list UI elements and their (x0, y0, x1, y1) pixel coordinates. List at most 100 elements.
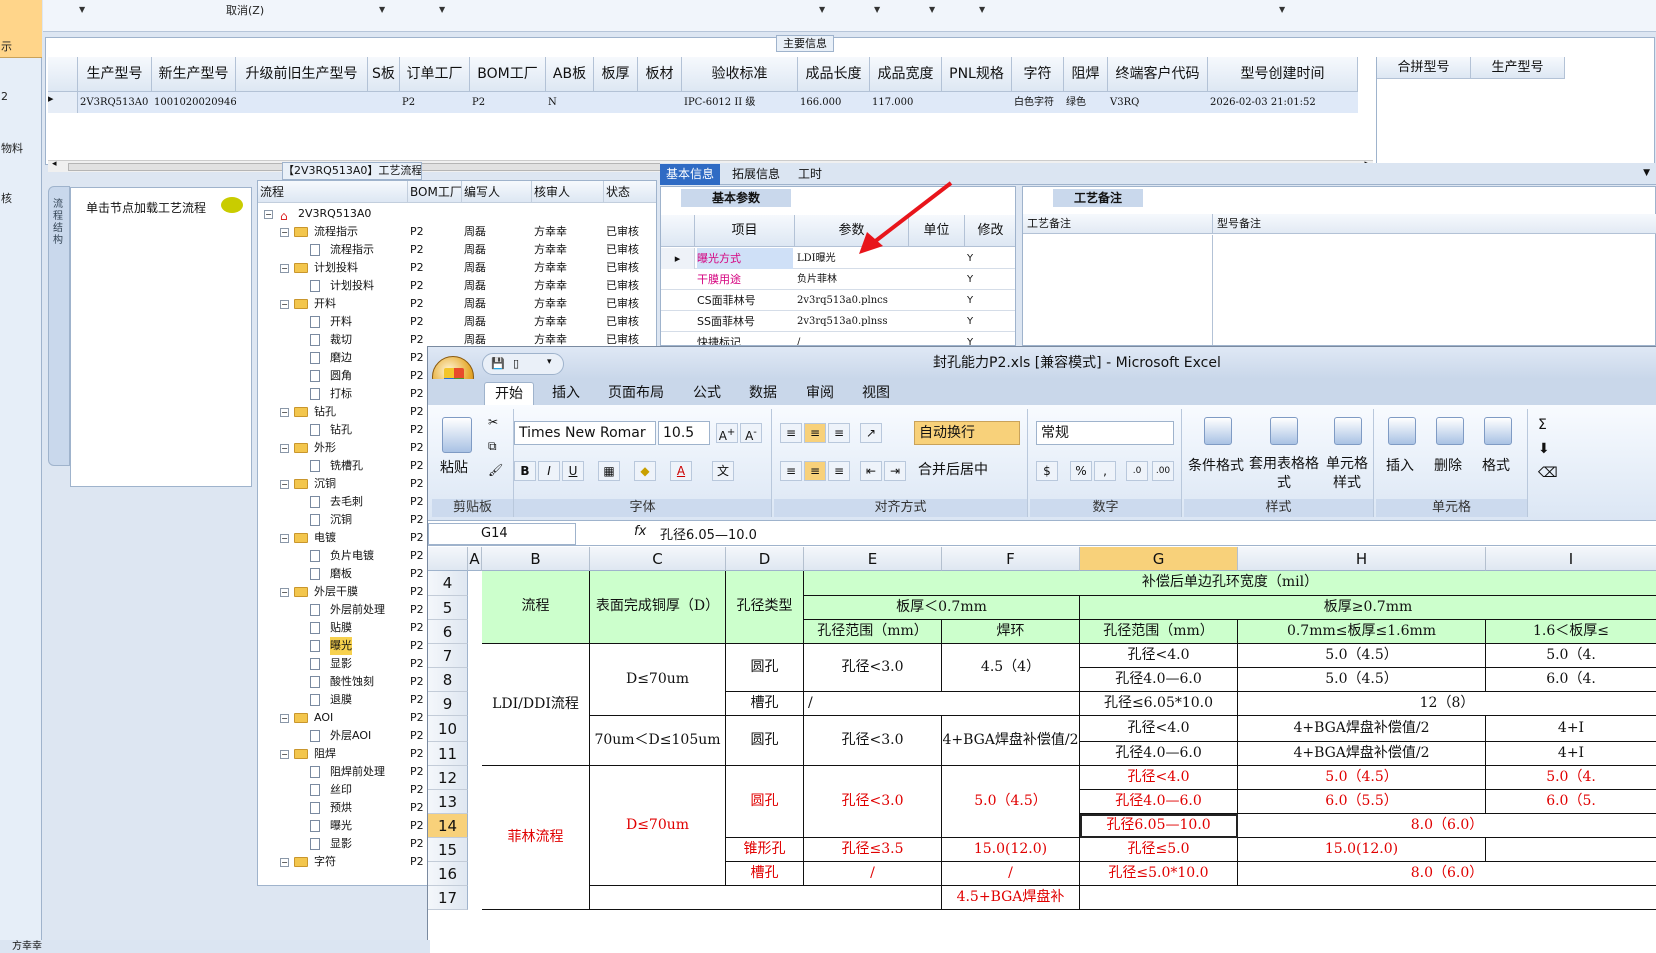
column-header[interactable]: 生产型号 (78, 57, 152, 92)
sheet-cell[interactable]: 槽孔 (726, 862, 804, 886)
collapse-icon[interactable]: − (280, 444, 289, 453)
column-header[interactable]: 合拼型号 (1377, 57, 1471, 79)
wrap-text-button[interactable]: 自动换行 (914, 421, 1020, 445)
decrease-decimal-icon[interactable]: .00 (1152, 461, 1174, 481)
column-header[interactable]: 型号备注 (1213, 214, 1656, 234)
dropdown-arrow-icon[interactable]: ▼ (979, 5, 985, 14)
sheet-cell[interactable]: 板厚＜0.7mm (804, 596, 1080, 620)
column-header[interactable]: 成品长度 (798, 57, 870, 92)
collapse-icon[interactable]: − (280, 408, 289, 417)
column-header[interactable]: 成品宽度 (870, 57, 942, 92)
table-row[interactable]: SS面菲林号 2v3rq513a0.plnss Y (661, 311, 1015, 332)
sheet-cell[interactable]: 补偿后单边孔环宽度（mil） (804, 571, 1656, 596)
param-modify[interactable]: Y (967, 248, 1015, 269)
phonetic-icon[interactable]: 文 (712, 461, 734, 481)
sheet-cell[interactable]: 圆孔 (726, 716, 804, 766)
row-header[interactable]: 4 (428, 571, 468, 596)
tree-node[interactable]: − 计划投料 P2 周磊 方幸幸 已审核 (258, 259, 656, 277)
sheet-cell[interactable]: 8.0（6.0） (1238, 814, 1656, 838)
orientation-icon[interactable]: ↗ (860, 423, 882, 443)
row-selector[interactable]: ▸ (661, 248, 695, 269)
tree-node[interactable]: 开料 P2 周磊 方幸幸 已审核 (258, 313, 656, 331)
column-header[interactable]: 状态 (604, 181, 656, 203)
param-modify[interactable]: Y (967, 332, 1015, 345)
collapse-icon[interactable]: − (280, 534, 289, 543)
tab-extended-info[interactable]: 拓展信息 (726, 164, 786, 185)
copy-icon[interactable]: ⧉ (488, 439, 497, 454)
table-cell[interactable] (942, 92, 1012, 113)
qat-dropdown-icon[interactable]: ▾ (547, 357, 552, 367)
name-box[interactable]: G14 (428, 523, 576, 545)
sheet-cell[interactable]: 5.0（4.5） (1238, 766, 1486, 790)
fx-icon[interactable]: fx (634, 524, 646, 539)
row-header[interactable]: 17 (428, 886, 468, 910)
rail-label[interactable]: 示 (1, 38, 12, 54)
delete-icon[interactable] (1436, 417, 1464, 445)
sheet-cell[interactable] (590, 886, 942, 910)
ribbon-tab[interactable]: 审阅 (796, 382, 844, 405)
table-cell[interactable]: 白色字符 (1012, 92, 1064, 113)
table-row[interactable]: CS面菲林号 2v3rq513a0.plncs Y (661, 290, 1015, 311)
bold-icon[interactable]: B (514, 461, 536, 481)
sheet-cell[interactable]: 6.0（4. (1486, 668, 1656, 692)
sheet-cell[interactable]: / (804, 862, 942, 886)
dropdown-arrow-icon[interactable]: ▼ (439, 5, 445, 14)
paste-button[interactable]: 粘贴 (440, 457, 468, 477)
sheet-cell[interactable]: / (942, 862, 1080, 886)
currency-icon[interactable]: $ (1036, 461, 1058, 481)
table-row[interactable]: 干膜用途 负片菲林 Y (661, 269, 1015, 290)
table-row[interactable]: ▸ 曝光方式 LDI曝光 Y (661, 248, 1015, 269)
conditional-format-button[interactable]: 条件格式 (1188, 455, 1244, 475)
sheet-cell[interactable]: 4+I (1486, 716, 1656, 742)
param-modify[interactable]: Y (967, 290, 1015, 311)
select-all-corner[interactable] (428, 547, 468, 571)
worksheet[interactable]: A B C D E F G H I 4 5 6 7 8 9 10 11 12 13 14 15 16 17 流程 表面完成铜厚（… (428, 547, 1656, 953)
merge-center-button[interactable]: 合并后居中 (914, 459, 1020, 483)
column-header[interactable]: BOM工厂 (408, 181, 462, 203)
column-header[interactable]: 修改 (965, 215, 1015, 247)
cell-style-button[interactable]: 单元格样式 (1322, 455, 1372, 493)
table-format-button[interactable]: 套用表格格式 (1248, 455, 1320, 493)
column-header[interactable]: 升级前旧生产型号 (236, 57, 368, 92)
table-cell[interactable]: IPC-6012 II 级 (682, 92, 798, 113)
collapse-icon[interactable]: − (280, 480, 289, 489)
sheet-cell[interactable]: 6.0（5.5） (1238, 790, 1486, 814)
align-center-icon[interactable]: ≡ (804, 461, 826, 481)
collapse-icon[interactable]: − (280, 858, 289, 867)
column-header[interactable]: 新生产型号 (152, 57, 236, 92)
cut-icon[interactable]: ✂ (488, 415, 498, 429)
column-header[interactable]: 验收标准 (682, 57, 798, 92)
sheet-cell[interactable]: 4+BGA焊盘补偿值/2 (942, 716, 1080, 766)
table-cell[interactable]: 2V3RQ513A0 (78, 92, 152, 113)
insert-button[interactable]: 插入 (1386, 455, 1414, 475)
cancel-button[interactable]: 取消(Z) (226, 2, 264, 18)
fill-color-icon[interactable]: ◆ (634, 461, 656, 481)
sheet-cell[interactable]: 4+BGA焊盘补偿值/2 (1238, 716, 1486, 742)
comment-icon[interactable] (221, 197, 243, 213)
sheet-cell[interactable]: 圆孔 (726, 644, 804, 692)
grow-font-icon[interactable]: A+ (716, 423, 738, 443)
sheet-cell[interactable]: 15.0(12.0) (1238, 838, 1486, 862)
sheet-cell[interactable]: LDI/DDI流程 (482, 644, 590, 766)
sheet-cell[interactable]: 孔径范围（mm） (1080, 620, 1238, 644)
align-middle-icon[interactable]: ≡ (804, 423, 826, 443)
sheet-cell[interactable]: 孔径<3.0 (804, 766, 942, 838)
sheet-cell[interactable]: 板厚≥0.7mm (1080, 596, 1656, 620)
sheet-cell[interactable]: 5.0（4.5） (1238, 668, 1486, 692)
column-header[interactable]: 阻焊 (1064, 57, 1108, 92)
table-cell[interactable]: 2026-02-03 21:01:52 (1208, 92, 1358, 113)
dropdown-arrow-icon[interactable]: ▼ (379, 5, 385, 14)
table-cell[interactable] (594, 92, 638, 113)
column-header[interactable]: B (482, 547, 590, 571)
sheet-cell[interactable]: 锥形孔 (726, 838, 804, 862)
column-header[interactable]: S板 (368, 57, 400, 92)
sheet-cell[interactable]: 4.5（4） (942, 644, 1080, 692)
table-cell[interactable]: 166.000 (798, 92, 870, 113)
collapse-icon[interactable]: − (280, 714, 289, 723)
sheet-cell[interactable]: 15.0(12.0) (942, 838, 1080, 862)
tab-work-hours[interactable]: 工时 (792, 164, 828, 185)
increase-indent-icon[interactable]: ⇥ (884, 461, 906, 481)
sheet-cell[interactable]: 12（8） (1238, 692, 1656, 716)
column-header[interactable]: A (468, 547, 482, 571)
ribbon-tab[interactable]: 公式 (683, 382, 731, 405)
